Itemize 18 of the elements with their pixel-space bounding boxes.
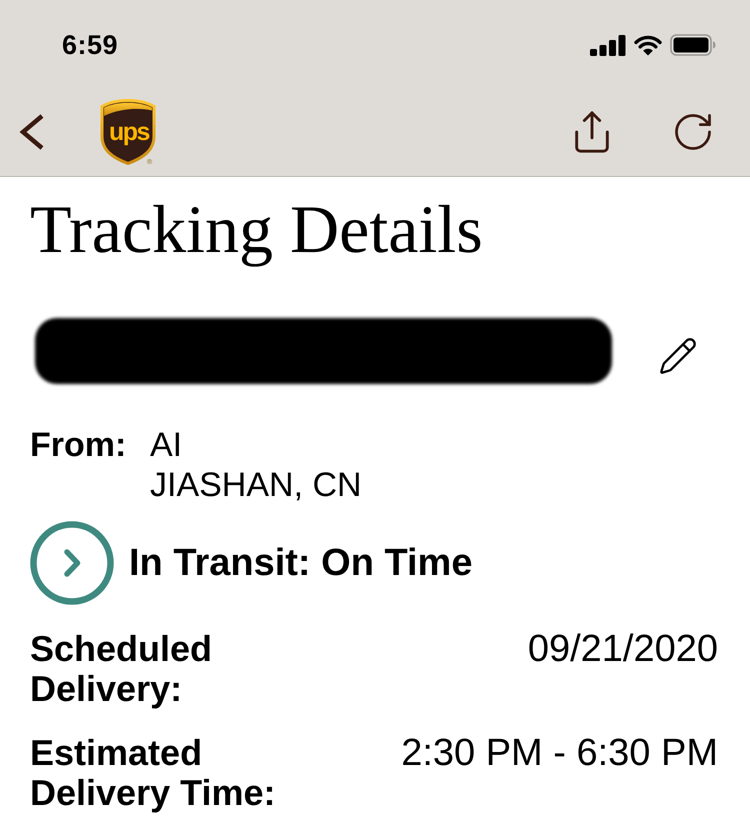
wifi-icon (634, 34, 662, 56)
chevron-circle-icon[interactable] (30, 521, 114, 605)
detail-value: 09/21/2020 (528, 629, 718, 669)
back-icon (18, 113, 46, 151)
from-label: From: (30, 425, 128, 465)
detail-label: Estimated Delivery Time: (30, 733, 276, 813)
page-title: Tracking Details (30, 190, 483, 268)
shield-icon (100, 99, 156, 165)
sender-location: JIASHAN, CN (150, 465, 362, 505)
status-text: In Transit: On Time (129, 542, 472, 584)
logo-text: ups (109, 119, 149, 146)
battery-icon (670, 34, 716, 56)
sender-name: AI (150, 425, 182, 465)
signal-icon (590, 34, 626, 56)
pencil-icon (658, 336, 698, 376)
detail-label: Scheduled Delivery: (30, 629, 214, 709)
detail-value: 2:30 PM - 6:30 PM (401, 733, 718, 773)
status-time: 6:59 (62, 30, 118, 60)
